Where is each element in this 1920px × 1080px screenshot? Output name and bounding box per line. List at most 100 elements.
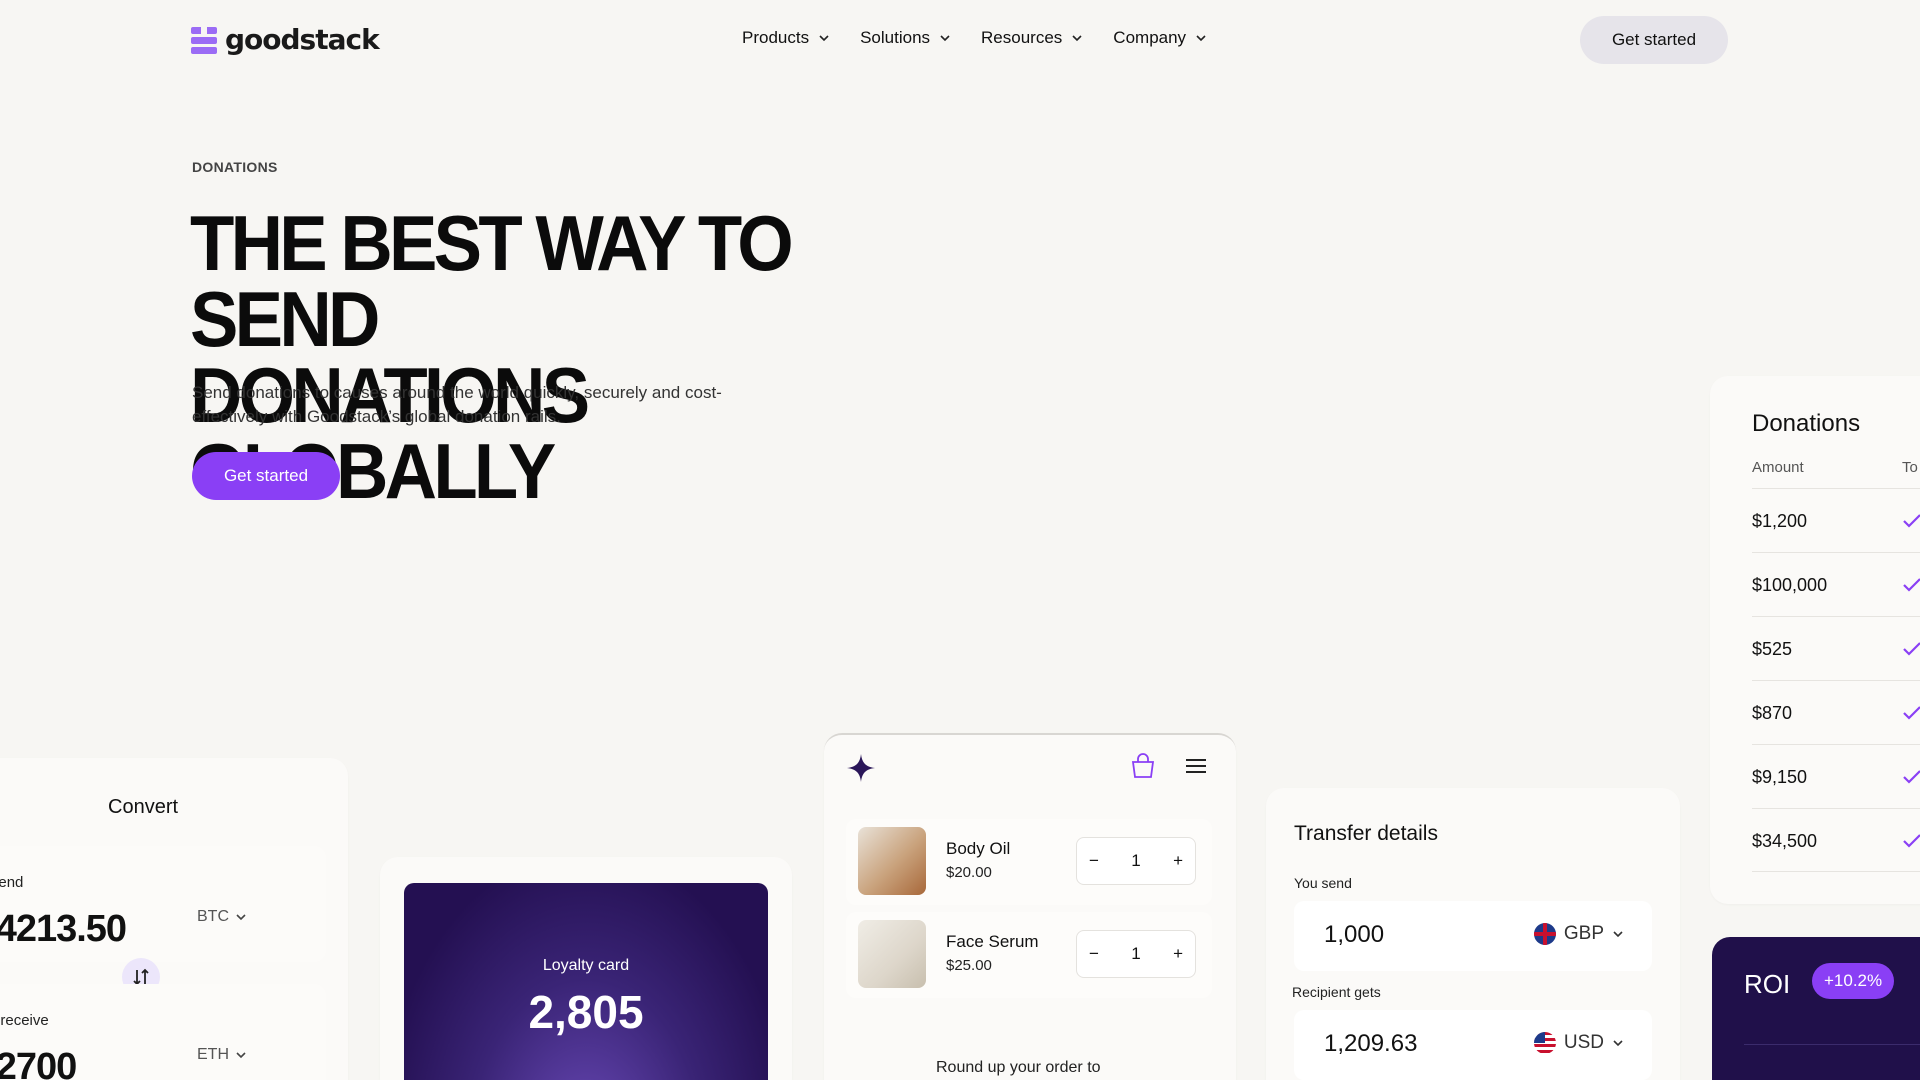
check-icon xyxy=(1903,514,1920,528)
convert-receive-currency-select[interactable]: ETH xyxy=(197,1046,247,1064)
convert-card: Convert ou send 0,4213.50 BTC ou'll rece… xyxy=(0,758,348,1080)
currency-label: BTC xyxy=(197,908,229,925)
product-image xyxy=(858,827,926,895)
table-row: $525 xyxy=(1752,616,1920,680)
logo-text: goodstack xyxy=(225,23,380,56)
plus-icon[interactable]: + xyxy=(1173,944,1183,964)
hamburger-menu-icon[interactable] xyxy=(1186,755,1206,777)
currency-label: GBP xyxy=(1563,923,1604,944)
donation-amount: $34,500 xyxy=(1752,831,1818,851)
check-icon xyxy=(1903,706,1920,720)
product-name: Body Oil xyxy=(946,839,1011,858)
donations-col-amount: Amount xyxy=(1752,459,1804,476)
hero-subtitle: Send donations to causes around the worl… xyxy=(192,383,722,426)
shopping-bag-icon[interactable] xyxy=(1130,753,1156,779)
transfer-receive-field[interactable]: 1,209.63 USD xyxy=(1294,1010,1652,1080)
check-icon xyxy=(1903,642,1920,656)
chevron-down-icon xyxy=(1196,35,1206,42)
roi-card: ROI +10.2% xyxy=(1712,937,1920,1080)
sparkle-icon xyxy=(847,754,875,782)
quantity-value: 1 xyxy=(1131,944,1141,963)
minus-icon[interactable]: − xyxy=(1089,944,1099,964)
table-row: $100,000 xyxy=(1752,552,1920,616)
nav-solutions[interactable]: Solutions xyxy=(860,28,951,48)
nav-company[interactable]: Company xyxy=(1113,28,1207,48)
loyalty-card-panel: Loyalty card 2,805 xyxy=(380,857,792,1080)
cart-item: Face Serum $25.00 − 1 + xyxy=(846,912,1212,998)
donations-title: Donations xyxy=(1752,410,1861,437)
product-price: $20.00 xyxy=(946,864,992,881)
nav-label: Resources xyxy=(981,28,1063,47)
hero-title-line1: THE BEST WAY TO SEND xyxy=(190,199,794,363)
minus-icon[interactable]: − xyxy=(1089,851,1099,871)
nav-label: Solutions xyxy=(860,28,931,47)
roi-badge: +10.2% xyxy=(1812,963,1895,999)
donations-col-to: To xyxy=(1902,459,1918,476)
donation-amount: $525 xyxy=(1752,639,1793,659)
us-flag-icon xyxy=(1533,1032,1556,1054)
product-image xyxy=(858,920,926,988)
transfer-send-field[interactable]: 1,000 GBP xyxy=(1294,901,1652,971)
table-row: $34,500 xyxy=(1752,808,1920,872)
nav-resources[interactable]: Resources xyxy=(981,28,1083,48)
main-nav: Products Solutions Resources Company xyxy=(742,28,1207,48)
roi-divider xyxy=(1744,1044,1920,1045)
cart-item: Body Oil $20.00 − 1 + xyxy=(846,819,1212,905)
donation-amount: $9,150 xyxy=(1752,767,1808,787)
product-price: $25.00 xyxy=(946,957,992,974)
check-icon xyxy=(1903,770,1920,784)
shop-card: Body Oil $20.00 − 1 + Face Serum $25.00 … xyxy=(824,733,1236,1080)
nav-label: Company xyxy=(1113,28,1187,47)
roundup-text: Round up your order to xyxy=(936,1059,1101,1076)
transfer-send-value: 1,000 xyxy=(1324,921,1385,948)
donation-amount: $100,000 xyxy=(1752,575,1828,595)
nav-label: Products xyxy=(742,28,810,47)
uk-flag-icon xyxy=(1533,923,1556,945)
transfer-receive-currency-select[interactable]: USD xyxy=(1533,1032,1624,1054)
donations-card: Donations Amount To $1,200 $100,000 $525… xyxy=(1710,376,1920,904)
convert-title: Convert xyxy=(108,796,179,818)
transfer-title: Transfer details xyxy=(1294,822,1438,845)
table-row: $870 xyxy=(1752,680,1920,744)
loyalty-card: Loyalty card 2,805 xyxy=(404,883,768,1080)
convert-send-value: 0,4213.50 xyxy=(0,908,127,950)
table-row: $9,150 xyxy=(1752,744,1920,808)
loyalty-value: 2,805 xyxy=(528,986,644,1038)
transfer-receive-value: 1,209.63 xyxy=(1324,1030,1418,1057)
check-icon xyxy=(1903,578,1920,592)
loyalty-label: Loyalty card xyxy=(542,957,630,974)
convert-send-box[interactable]: ou send 0,4213.50 BTC xyxy=(0,846,326,962)
quantity-stepper: − 1 + xyxy=(1076,930,1196,978)
table-row: $1,200 xyxy=(1752,488,1920,552)
chevron-down-icon xyxy=(236,914,246,921)
convert-send-label: ou send xyxy=(0,874,24,891)
donation-amount: $870 xyxy=(1752,703,1793,723)
chevron-down-icon xyxy=(236,1052,246,1059)
convert-send-currency-select[interactable]: BTC xyxy=(197,908,247,926)
currency-label: ETH xyxy=(197,1046,229,1063)
convert-receive-box[interactable]: ou'll receive 6.2700 ETH xyxy=(0,984,326,1080)
hero-eyebrow: DONATIONS xyxy=(192,159,278,175)
header-get-started-button[interactable]: Get started xyxy=(1580,16,1728,64)
transfer-send-currency-select[interactable]: GBP xyxy=(1533,923,1624,945)
convert-receive-label: ou'll receive xyxy=(0,1012,49,1029)
roi-label: ROI xyxy=(1744,969,1791,999)
chevron-down-icon xyxy=(940,35,950,42)
logo-mark-icon xyxy=(191,25,217,55)
nav-products[interactable]: Products xyxy=(742,28,830,48)
chevron-down-icon xyxy=(1072,35,1082,42)
quantity-stepper: − 1 + xyxy=(1076,837,1196,885)
product-name: Face Serum xyxy=(946,932,1039,951)
check-icon xyxy=(1903,834,1920,848)
transfer-send-label: You send xyxy=(1294,875,1352,891)
currency-label: USD xyxy=(1563,1032,1604,1053)
donation-amount: $1,200 xyxy=(1752,511,1808,531)
convert-receive-value: 6.2700 xyxy=(0,1046,77,1080)
hero-get-started-button[interactable]: Get started xyxy=(192,452,340,500)
chevron-down-icon xyxy=(819,35,829,42)
logo[interactable]: goodstack xyxy=(191,23,380,56)
plus-icon[interactable]: + xyxy=(1173,851,1183,871)
transfer-card: Transfer details You send 1,000 GBP Reci… xyxy=(1266,788,1680,1080)
chevron-down-icon xyxy=(1613,931,1623,938)
quantity-value: 1 xyxy=(1131,851,1141,870)
